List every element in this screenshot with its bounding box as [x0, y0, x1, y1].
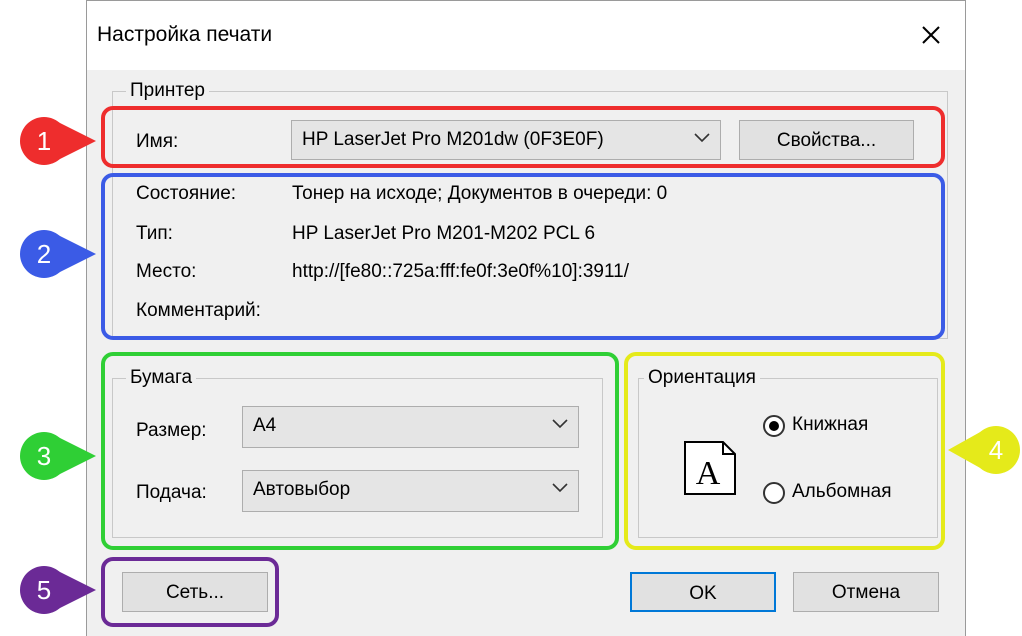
- callout-marker-3: 3: [20, 432, 100, 480]
- callout-marker-2: 2: [20, 230, 100, 278]
- highlight-box-2: [101, 173, 945, 340]
- close-icon[interactable]: [911, 15, 951, 55]
- callout-marker-1: 1: [20, 117, 100, 165]
- callout-number: 2: [36, 239, 52, 269]
- ok-button-label: OK: [689, 583, 717, 604]
- highlight-box-1: [101, 106, 945, 168]
- highlight-box-3: [101, 352, 619, 550]
- cancel-button[interactable]: Отмена: [793, 572, 939, 612]
- callout-number: 5: [36, 575, 52, 605]
- callout-number: 4: [988, 435, 1004, 465]
- ok-button[interactable]: OK: [630, 572, 776, 612]
- callout-marker-4: 4: [946, 426, 1022, 474]
- dialog-title: Настройка печати: [97, 23, 273, 46]
- title-bar: Настройка печати: [86, 0, 966, 70]
- highlight-box-5: [101, 557, 279, 627]
- callout-marker-5: 5: [20, 566, 100, 614]
- callout-number: 3: [36, 441, 52, 471]
- callout-number: 1: [36, 126, 52, 156]
- printer-group-label: Принтер: [126, 80, 209, 102]
- cancel-button-label: Отмена: [831, 582, 901, 603]
- highlight-box-4: [624, 352, 945, 550]
